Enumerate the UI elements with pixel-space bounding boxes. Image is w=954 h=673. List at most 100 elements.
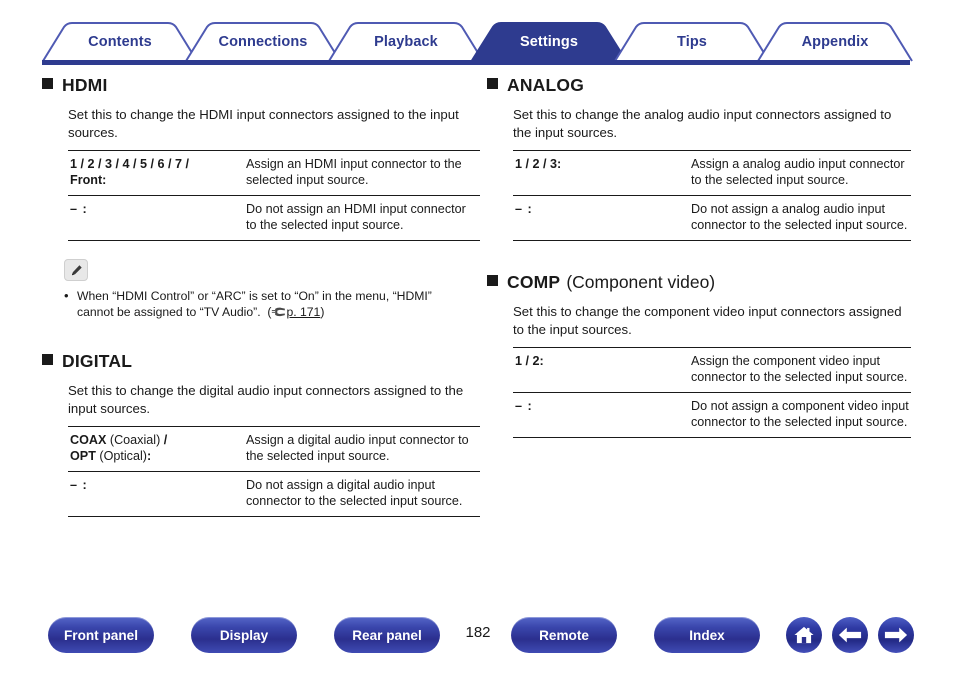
option-term-line1: 1 / 2 / 3 / 4 / 5 / 6 / 7 /	[70, 157, 190, 171]
option-description: Do not assign a digital audio input conn…	[244, 471, 480, 517]
section-description: Set this to change the digital audio inp…	[68, 383, 464, 416]
option-term: 1 / 2:	[513, 347, 689, 393]
section-title: HDMI	[62, 75, 108, 95]
tab-bar: Contents Connections Playback Settings T…	[42, 22, 913, 64]
tab-connections[interactable]: Connections	[185, 22, 341, 62]
table-row: – : Do not assign an HDMI input connecto…	[68, 195, 480, 241]
page-ref-close-paren: )	[320, 305, 325, 319]
section-hdmi: HDMI Set this to change the HDMI input c…	[42, 74, 480, 320]
option-description: Do not assign an HDMI input connector to…	[244, 195, 480, 241]
section-subtitle: (Component video)	[566, 272, 716, 292]
option-description: Do not assign a component video input co…	[689, 392, 911, 438]
option-term-line1: 1 / 2:	[515, 354, 544, 368]
section-digital: DIGITAL Set this to change the digital a…	[42, 350, 480, 517]
page-reference[interactable]: ( p. 171)	[261, 305, 325, 319]
note-item: • When “HDMI Control” or “ARC” is set to…	[64, 288, 464, 320]
tab-settings[interactable]: Settings	[471, 22, 627, 62]
option-term-line1: – :	[70, 478, 88, 492]
section-heading-hdmi: HDMI	[42, 74, 472, 96]
footer-button-index[interactable]: Index	[654, 617, 760, 653]
options-table-analog: 1 / 2 / 3: Assign a analog audio input c…	[513, 150, 911, 241]
tab-label: Connections	[218, 34, 308, 50]
section-comp: COMP (Component video) Set this to chang…	[487, 271, 915, 438]
tab-label: Contents	[88, 34, 152, 50]
tab-label: Settings	[520, 34, 578, 50]
options-table-digital: COAX (Coaxial) / OPT (Optical): Assign a…	[68, 426, 480, 517]
footer-button-remote[interactable]: Remote	[511, 617, 617, 653]
arrow-right-glyph	[884, 627, 908, 643]
footer-button-front-panel[interactable]: Front panel	[48, 617, 154, 653]
footer-button-label: Front panel	[63, 627, 138, 643]
footer-button-rear-panel[interactable]: Rear panel	[334, 617, 440, 653]
note-block-hdmi: • When “HDMI Control” or “ARC” is set to…	[64, 259, 464, 320]
option-term-line1: – :	[515, 399, 533, 413]
footer-nav: Front panel Display Rear panel 182 Remot…	[0, 617, 954, 657]
note-text: When “HDMI Control” or “ARC” is set to “…	[77, 289, 432, 319]
option-term: – :	[68, 471, 244, 517]
footer-button-display[interactable]: Display	[191, 617, 297, 653]
footer-button-label: Index	[689, 627, 725, 643]
option-term-line1: – :	[70, 202, 88, 216]
option-term-line2: Front:	[70, 172, 107, 187]
bullet-square-icon	[487, 78, 498, 89]
option-term-paren-2: (Optical)	[95, 448, 147, 463]
right-column: ANALOG Set this to change the analog aud…	[487, 74, 915, 440]
option-term: – :	[513, 392, 689, 438]
option-description: Assign an HDMI input connector to the se…	[244, 150, 480, 196]
tab-contents[interactable]: Contents	[42, 22, 198, 62]
tab-tips[interactable]: Tips	[614, 22, 770, 62]
table-row: 1 / 2: Assign the component video input …	[513, 347, 911, 393]
option-description: Assign the component video input connect…	[689, 347, 911, 393]
pencil-icon	[64, 259, 88, 281]
note-bullet: •	[64, 288, 69, 303]
tab-appendix[interactable]: Appendix	[757, 22, 913, 62]
section-heading-analog: ANALOG	[487, 74, 915, 96]
arrow-left-glyph	[838, 627, 862, 643]
arrow-right-icon[interactable]	[878, 617, 914, 653]
table-row: – : Do not assign a digital audio input …	[68, 471, 480, 517]
table-row: 1 / 2 / 3 / 4 / 5 / 6 / 7 / Front: Assig…	[68, 150, 480, 196]
bullet-square-icon	[487, 275, 498, 286]
option-description: Assign a analog audio input connector to…	[689, 150, 911, 196]
option-term-line1: 1 / 2 / 3:	[515, 157, 562, 171]
option-term-code-2: OPT	[70, 448, 96, 463]
section-title: ANALOG	[507, 75, 585, 95]
section-description: Set this to change the HDMI input connec…	[68, 107, 459, 140]
option-term: – :	[513, 195, 689, 241]
tab-label: Tips	[677, 34, 707, 50]
section-title: DIGITAL	[62, 351, 133, 371]
option-term: 1 / 2 / 3 / 4 / 5 / 6 / 7 / Front:	[68, 150, 244, 196]
table-row: 1 / 2 / 3: Assign a analog audio input c…	[513, 150, 911, 196]
table-row: – : Do not assign a analog audio input c…	[513, 195, 911, 241]
footer-button-label: Remote	[539, 627, 589, 643]
home-icon[interactable]	[786, 617, 822, 653]
option-term-paren-1: (Coaxial)	[106, 433, 164, 447]
arrow-left-icon[interactable]	[832, 617, 868, 653]
tab-playback[interactable]: Playback	[328, 22, 484, 62]
section-analog: ANALOG Set this to change the analog aud…	[487, 74, 915, 241]
options-table-comp: 1 / 2: Assign the component video input …	[513, 347, 911, 438]
section-description: Set this to change the component video i…	[513, 304, 902, 337]
pencil-glyph	[71, 264, 82, 275]
table-row: COAX (Coaxial) / OPT (Optical): Assign a…	[68, 426, 480, 472]
table-row: – : Do not assign a component video inpu…	[513, 392, 911, 438]
section-heading-comp: COMP (Component video)	[487, 271, 915, 293]
option-term-line1: – :	[515, 202, 533, 216]
footer-button-label: Rear panel	[352, 627, 422, 643]
option-term-colon: :	[146, 448, 152, 463]
option-description: Assign a digital audio input connector t…	[244, 426, 480, 472]
section-heading-digital: DIGITAL	[42, 350, 472, 372]
footer-button-label: Display	[219, 627, 269, 643]
bullet-square-icon	[42, 78, 53, 89]
home-glyph	[794, 626, 814, 644]
left-column: HDMI Set this to change the HDMI input c…	[42, 74, 480, 519]
option-term-code-1: COAX	[70, 433, 107, 447]
bullet-square-icon	[42, 354, 53, 365]
tab-label: Appendix	[801, 34, 869, 50]
page-ref-number[interactable]: p. 171	[286, 305, 320, 319]
section-description: Set this to change the analog audio inpu…	[513, 107, 892, 140]
pointing-hand-icon	[272, 307, 286, 317]
option-term: COAX (Coaxial) / OPT (Optical):	[68, 426, 244, 472]
section-title: COMP	[507, 272, 561, 292]
option-term: – :	[68, 195, 244, 241]
